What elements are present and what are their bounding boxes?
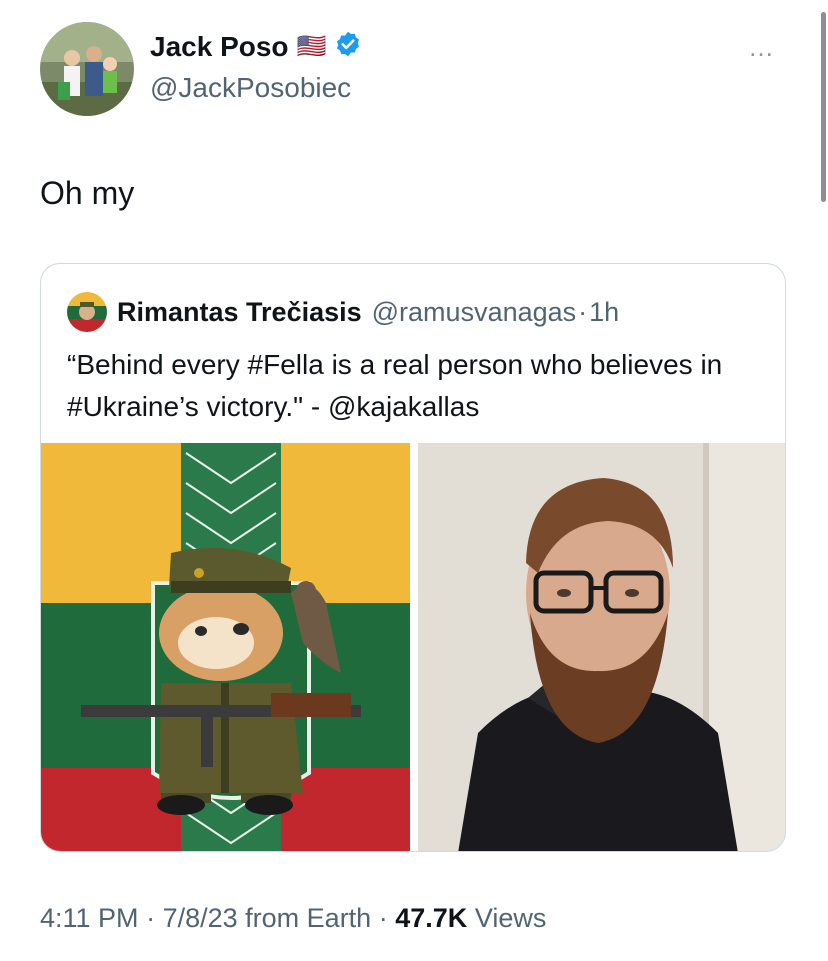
- separator-dot: ·: [378, 903, 388, 933]
- quoted-author-avatar[interactable]: [67, 292, 107, 332]
- scrollbar[interactable]: [820, 0, 828, 210]
- quoted-author-name[interactable]: Rimantas Trečiasis: [117, 297, 362, 328]
- quoted-image-selfie-photo[interactable]: [418, 443, 785, 851]
- tweet-date-source[interactable]: 7/8/23 from Earth: [163, 903, 372, 933]
- us-flag-icon: 🇺🇸: [296, 33, 327, 60]
- views-label[interactable]: Views: [475, 903, 547, 933]
- tweet-text: Oh my: [40, 175, 135, 211]
- tweet-metadata: 4:11 PM · 7/8/23 from Earth · 47.7K View…: [40, 903, 546, 934]
- views-count[interactable]: 47.7K: [395, 903, 467, 933]
- verified-badge-icon: [334, 30, 362, 63]
- author-avatar[interactable]: [40, 22, 134, 116]
- author-name[interactable]: Jack Poso: [150, 31, 289, 63]
- separator-dot: ·: [578, 296, 588, 327]
- previous-tweet-text-fragment: [150, 0, 158, 18]
- quoted-image-fella-meme[interactable]: [41, 443, 410, 851]
- separator-dot: ·: [146, 903, 156, 933]
- more-options-icon[interactable]: …: [748, 32, 775, 63]
- quoted-tweet-text: “Behind every #Fella is a real person wh…: [67, 349, 723, 422]
- quoted-timestamp[interactable]: 1h: [589, 297, 619, 328]
- quoted-tweet-card[interactable]: Rimantas Trečiasis @ramusvanagas · 1h “B…: [40, 263, 786, 852]
- author-handle[interactable]: @JackPosobiec: [150, 72, 351, 104]
- quoted-author-handle[interactable]: @ramusvanagas: [372, 297, 577, 328]
- tweet-time[interactable]: 4:11 PM: [40, 903, 139, 933]
